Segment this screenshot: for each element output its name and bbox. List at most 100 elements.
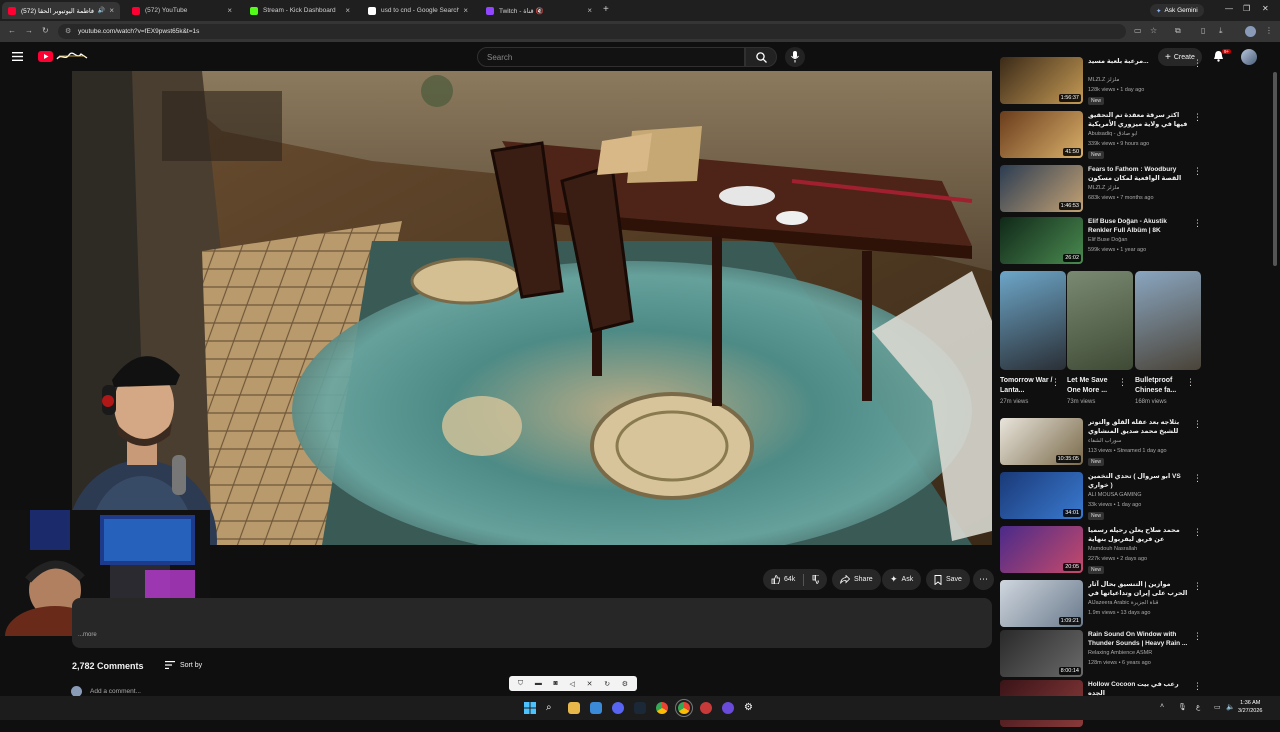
- video-thumbnail[interactable]: 20:05: [1000, 526, 1083, 573]
- channel-name[interactable]: Mamdouh Nasrallah: [1088, 546, 1188, 552]
- channel-name[interactable]: AlJazeera Arabic قناة الجزيرة: [1088, 600, 1188, 606]
- ask-button[interactable]: ✦ Ask: [882, 569, 922, 590]
- related-video-item[interactable]: 26:02 Elif Buse Doğan - Akustik Renkler F…: [1000, 217, 1202, 269]
- channel-name[interactable]: Elif Buse Doğan: [1088, 237, 1188, 243]
- video-thumbnail[interactable]: 10:35:05: [1000, 418, 1083, 465]
- new-tab-button[interactable]: +: [603, 4, 609, 15]
- sort-comments-button[interactable]: Sort by: [165, 661, 202, 669]
- video-title[interactable]: محمد صلاح يعلن رحيله رسميا عن فريق ليفرب…: [1088, 526, 1188, 544]
- hamburger-menu-icon[interactable]: [12, 52, 23, 61]
- channel-name[interactable]: MLZLZ ملزلز: [1088, 77, 1188, 83]
- refresh-icon[interactable]: ↻: [604, 680, 610, 688]
- tray-volume-icon[interactable]: 🔈: [1226, 703, 1235, 711]
- shield-icon[interactable]: ⛉: [518, 680, 523, 688]
- youtube-logo[interactable]: [38, 51, 89, 62]
- video-thumbnail[interactable]: 1:09:21: [1000, 580, 1083, 627]
- pin-icon[interactable]: ✕: [587, 680, 593, 688]
- video-title[interactable]: Fears to Fathom : Woodbury القصة الواقعي…: [1088, 165, 1188, 183]
- channel-name[interactable]: MLZLZ ملزلز: [1088, 185, 1188, 191]
- related-video-item[interactable]: 10:35:05 بثلاجه بعد عقله القلق والتوتر لل…: [1000, 418, 1202, 470]
- site-info-icon[interactable]: ⚙: [65, 27, 71, 35]
- video-thumbnail[interactable]: 1:56:37: [1000, 57, 1083, 104]
- video-menu-icon[interactable]: ⋮: [1193, 528, 1202, 537]
- channel-name[interactable]: سوراب الشفاء: [1088, 438, 1188, 444]
- related-video-item[interactable]: 20:05 محمد صلاح يعلن رحيله رسميا عن فريق …: [1000, 526, 1202, 578]
- video-title[interactable]: اكثر سرقة معقدة تم التحقيق فيها في ولاية…: [1088, 111, 1188, 129]
- tab-close-icon[interactable]: ×: [345, 6, 350, 15]
- video-menu-icon[interactable]: ⋮: [1193, 474, 1202, 483]
- obs-icon[interactable]: [700, 702, 712, 714]
- video-title[interactable]: Elif Buse Doğan - Akustik Renkler Full A…: [1088, 217, 1188, 235]
- browser-tab[interactable]: (572) فاطمة اليوتيوبر الحقا 🔊 ×: [2, 2, 120, 19]
- chrome-icon[interactable]: [656, 702, 668, 714]
- video-menu-icon[interactable]: ⋮: [1193, 59, 1202, 68]
- search-input[interactable]: Search: [477, 47, 745, 67]
- thumbs-down-icon[interactable]: [812, 575, 819, 584]
- video-thumbnail[interactable]: 41:50: [1000, 111, 1083, 158]
- tab-close-icon[interactable]: ×: [463, 6, 468, 15]
- windows-start-icon[interactable]: [524, 702, 536, 714]
- tray-keyboard-icon[interactable]: ع: [1196, 703, 1200, 711]
- store-icon[interactable]: [590, 702, 602, 714]
- short-title[interactable]: Let Me Save One More ...: [1067, 376, 1121, 396]
- search-button[interactable]: [745, 47, 777, 67]
- video-menu-icon[interactable]: ⋮: [1193, 167, 1202, 176]
- page-scrollbar[interactable]: [1273, 72, 1277, 266]
- short-thumbnail[interactable]: [1067, 271, 1133, 370]
- video-thumbnail[interactable]: 1:46:53: [1000, 165, 1083, 212]
- cast-icon[interactable]: ▭: [1134, 26, 1142, 35]
- close-window-icon[interactable]: ✕: [1262, 4, 1269, 13]
- back-icon[interactable]: ←: [8, 26, 16, 35]
- discord-icon[interactable]: [612, 702, 624, 714]
- ask-gemini-button[interactable]: ✦ Ask Gemini: [1150, 4, 1204, 17]
- description-box[interactable]: [72, 598, 992, 648]
- video-menu-icon[interactable]: ⋮: [1193, 632, 1202, 641]
- taskbar-clock[interactable]: 1:36 AM 3/27/2026: [1238, 699, 1262, 715]
- short-item[interactable]: Let Me Save One More ... 73m views ⋮: [1067, 271, 1133, 405]
- related-video-item[interactable]: 1:56:37 مرعبة بلعبة مسيد... MLZLZ ملزلز 128…: [1000, 57, 1202, 109]
- video-title[interactable]: تحدي التخمين ( ابو سروال VS خواري ): [1088, 472, 1188, 490]
- settings-icon[interactable]: ⚙: [622, 680, 628, 688]
- related-video-item[interactable]: 1:46:53 Fears to Fathom : Woodbury القصة …: [1000, 165, 1202, 217]
- app-icon[interactable]: [722, 702, 734, 714]
- related-video-item[interactable]: 8:00:14 Rain Sound On Window with Thunder…: [1000, 630, 1202, 682]
- short-item[interactable]: Tomorrow War / Lanta... 27m views ⋮: [1000, 271, 1066, 405]
- reload-icon[interactable]: ↻: [42, 26, 49, 35]
- video-menu-icon[interactable]: ⋮: [1193, 219, 1202, 228]
- browser-tab[interactable]: Twitch - قناة 🔇 ×: [480, 2, 598, 19]
- short-thumbnail[interactable]: [1000, 271, 1066, 370]
- like-button[interactable]: 64k: [771, 575, 795, 584]
- settings-gear-icon[interactable]: ⚙: [744, 702, 756, 714]
- forward-icon[interactable]: →: [25, 26, 33, 35]
- share-button[interactable]: Share: [832, 569, 881, 590]
- video-menu-icon[interactable]: ⋮: [1193, 582, 1202, 591]
- profile-avatar[interactable]: [1245, 26, 1256, 37]
- short-menu-icon[interactable]: ⋮: [1186, 377, 1195, 388]
- bookmark-star-icon[interactable]: ☆: [1150, 26, 1157, 35]
- tab-audio-icon[interactable]: 🔊: [98, 7, 105, 14]
- short-item[interactable]: Bulletproof Chinese fa... 168m views ⋮: [1135, 271, 1201, 405]
- browser-tab[interactable]: (572) YouTube ×: [126, 2, 238, 19]
- tray-network-icon[interactable]: ▭: [1214, 703, 1221, 711]
- file-explorer-icon[interactable]: [568, 702, 580, 714]
- short-title[interactable]: Tomorrow War / Lanta...: [1000, 376, 1054, 396]
- more-actions-button[interactable]: ⋯: [973, 569, 994, 590]
- tab-close-icon[interactable]: ×: [587, 6, 592, 15]
- extensions-icon[interactable]: ⧉: [1175, 26, 1181, 36]
- tab-close-icon[interactable]: ×: [109, 6, 114, 15]
- short-title[interactable]: Bulletproof Chinese fa...: [1135, 376, 1189, 396]
- camera-icon[interactable]: ◙: [554, 680, 558, 687]
- browser-tab[interactable]: usd to cnd - Google Search ×: [362, 2, 474, 19]
- download-icon[interactable]: ⤓: [1219, 26, 1223, 36]
- video-title[interactable]: بثلاجه بعد عقله القلق والتوتر للشيخ محمد…: [1088, 418, 1188, 436]
- related-video-item[interactable]: 34:01 تحدي التخمين ( ابو سروال VS خواري )…: [1000, 472, 1202, 524]
- video-menu-icon[interactable]: ⋮: [1193, 113, 1202, 122]
- user-avatar[interactable]: [1241, 49, 1257, 65]
- short-menu-icon[interactable]: ⋮: [1051, 377, 1060, 388]
- sidepanel-icon[interactable]: ▯: [1201, 26, 1205, 35]
- save-button[interactable]: Save: [926, 569, 970, 590]
- tray-mic-icon[interactable]: 🎙: [1178, 703, 1187, 711]
- steam-icon[interactable]: [634, 702, 646, 714]
- clapper-icon[interactable]: ▬: [535, 680, 542, 687]
- browser-tab[interactable]: Stream - Kick Dashboard ×: [244, 2, 356, 19]
